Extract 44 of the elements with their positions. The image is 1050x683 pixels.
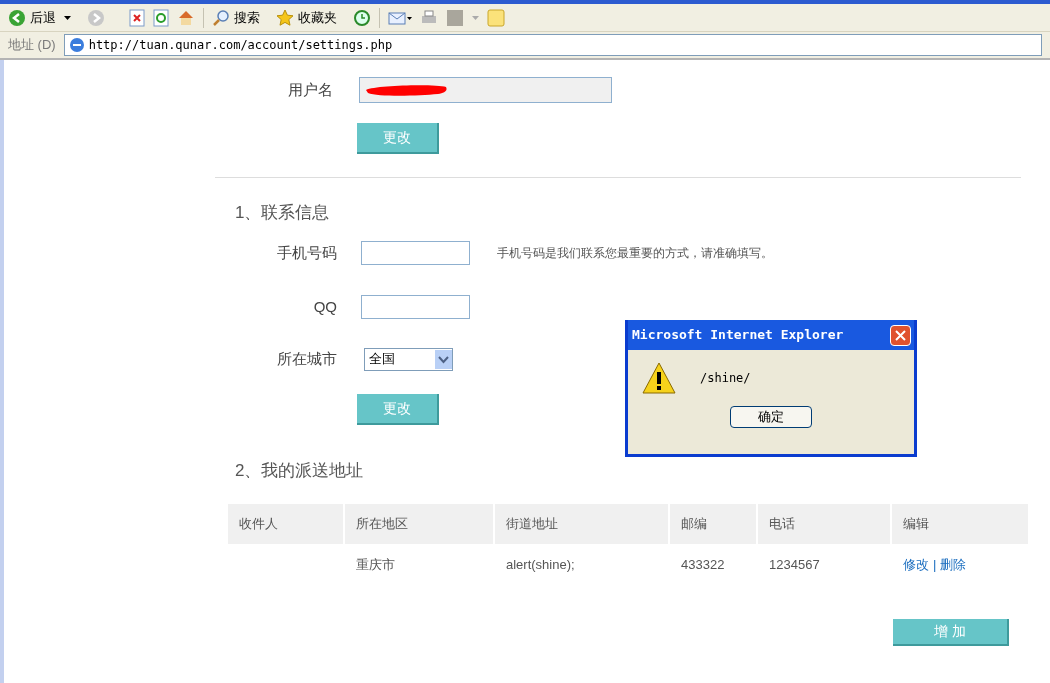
table-cell-text: 433322 xyxy=(680,555,726,574)
field-hint: 手机号码是我们联系您最重要的方式，请准确填写。 xyxy=(497,245,773,262)
column-header: 编辑 xyxy=(892,504,1030,544)
favorites-button[interactable]: 收藏夹 xyxy=(276,7,337,28)
star-icon xyxy=(276,8,294,27)
username-field[interactable] xyxy=(359,77,612,103)
home-icon[interactable] xyxy=(177,8,195,27)
input-field[interactable] xyxy=(361,241,470,265)
dialog-title: Microsoft Internet Explorer xyxy=(632,326,844,345)
table-cell-text: 1234567 xyxy=(768,555,821,574)
section-heading: 2、我的派送地址 xyxy=(235,459,365,482)
search-icon xyxy=(212,8,230,27)
link-separator: | xyxy=(933,555,937,574)
column-header: 街道地址 xyxy=(495,504,670,544)
note-icon[interactable] xyxy=(487,8,505,27)
column-header: 电话 xyxy=(758,504,892,544)
close-button[interactable] xyxy=(890,324,911,346)
field-label: 用户名 xyxy=(287,79,334,100)
section-heading: 1、联系信息 xyxy=(235,202,331,224)
field-label: 手机号码 xyxy=(276,242,337,263)
search-button[interactable]: 搜索 xyxy=(212,7,260,28)
address-field[interactable]: http://tuan.qunar.com/account/settings.php xyxy=(63,34,1042,56)
table-cell-text: alert(shine); xyxy=(505,555,576,574)
browser-icon xyxy=(68,37,85,53)
edit-link[interactable]: 修改 xyxy=(903,554,929,575)
column-header: 所在地区 xyxy=(345,504,495,544)
close-icon xyxy=(895,329,906,341)
dialog-message: /shine/ xyxy=(700,370,751,387)
refresh-icon[interactable] xyxy=(153,8,169,27)
address-label: 地址 (D) xyxy=(8,36,56,55)
delete-link[interactable]: 删除 xyxy=(940,554,967,575)
warning-icon xyxy=(642,362,676,394)
ok-button[interactable]: 确定 xyxy=(730,406,812,428)
field-label: QQ xyxy=(312,296,337,317)
column-header: 收件人 xyxy=(228,504,345,544)
dropdown-icon xyxy=(435,349,452,369)
back-button[interactable]: 后退 xyxy=(8,7,56,28)
caret-icon[interactable] xyxy=(64,15,71,20)
input-field[interactable] xyxy=(361,295,470,319)
field-label: 所在城市 xyxy=(276,348,337,369)
column-header: 邮编 xyxy=(670,504,758,544)
table-cell-text: 重庆市 xyxy=(355,555,396,574)
city-select[interactable]: 全国 xyxy=(364,347,453,371)
stop-icon[interactable] xyxy=(129,8,145,27)
